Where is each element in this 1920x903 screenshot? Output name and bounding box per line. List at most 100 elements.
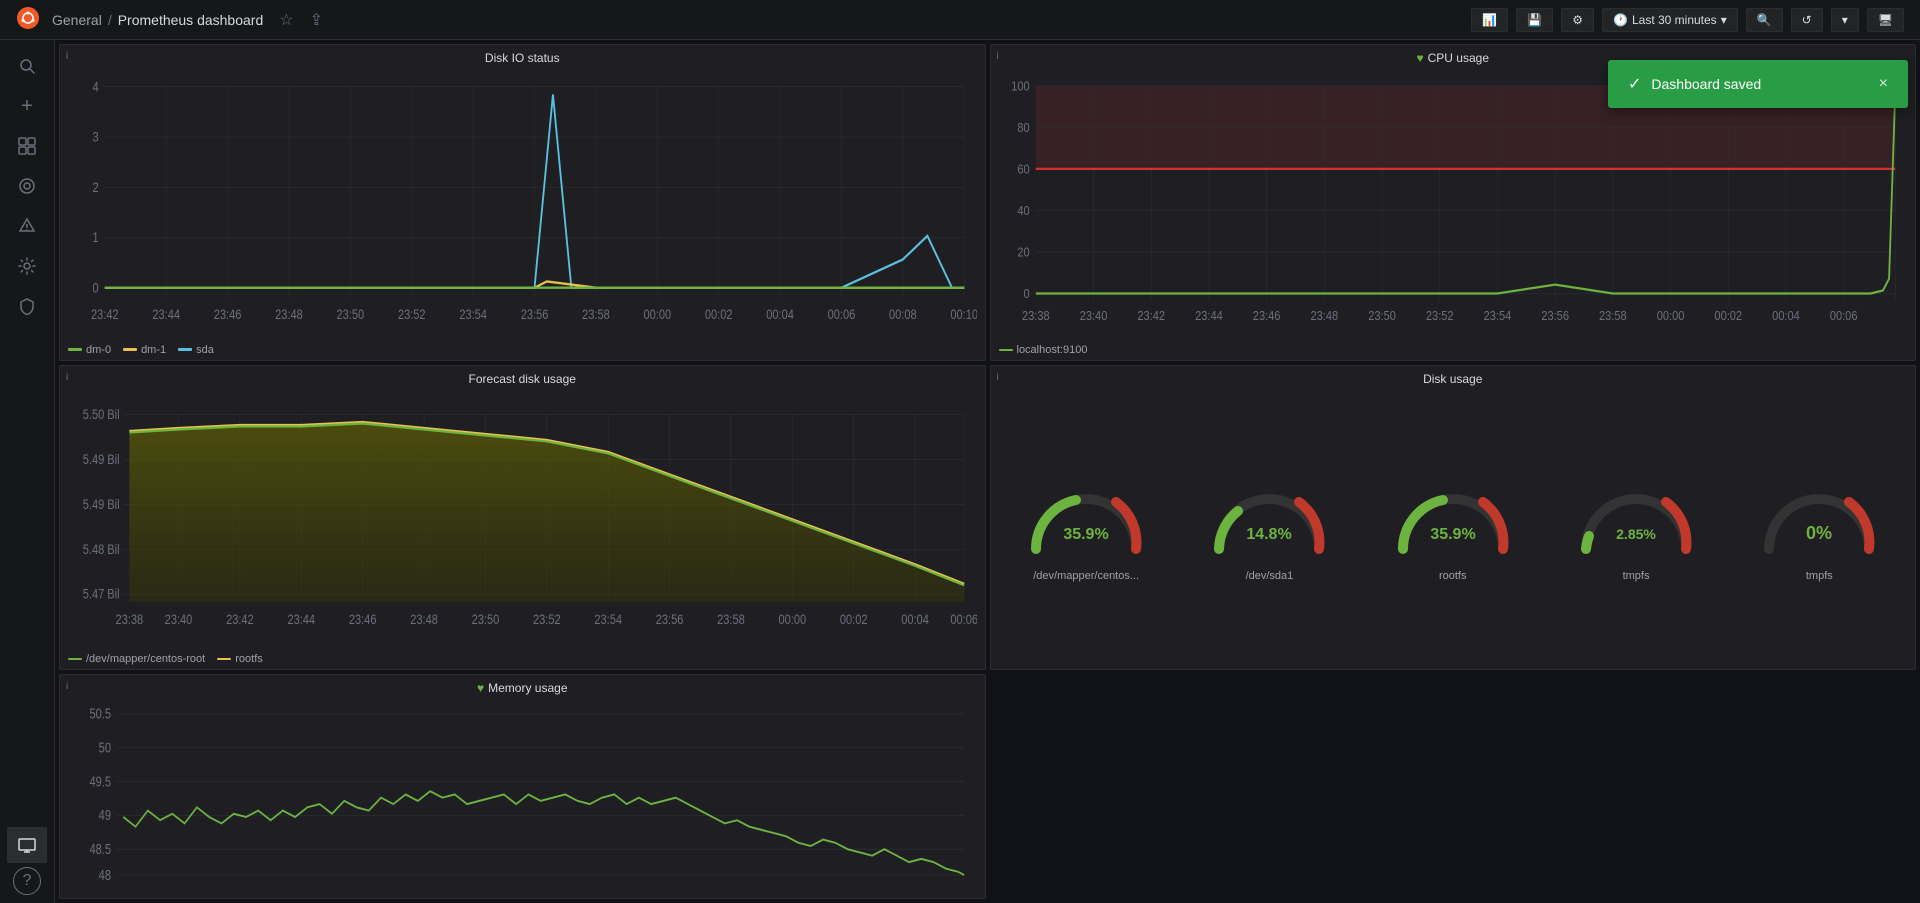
svg-text:23:54: 23:54 <box>1483 308 1511 323</box>
svg-text:5.50 Bil: 5.50 Bil <box>83 407 120 422</box>
gauge-item-tmpfs2: 0% tmpfs <box>1754 474 1884 582</box>
sidebar-item-explore[interactable] <box>7 168 47 204</box>
panel-info-icon: i <box>66 681 68 692</box>
legend-label-centos-root: /dev/mapper/centos-root <box>86 653 205 665</box>
sidebar-item-tv[interactable] <box>7 827 47 863</box>
grafana-logo[interactable] <box>16 6 40 33</box>
svg-text:00:02: 00:02 <box>840 612 868 627</box>
gauge-label-tmpfs2: tmpfs <box>1806 570 1833 582</box>
svg-text:00:06: 00:06 <box>950 612 976 627</box>
refresh-button[interactable]: ↺ <box>1791 8 1823 32</box>
disk-usage-header: i Disk usage <box>991 366 1916 388</box>
sidebar-item-shield[interactable] <box>7 288 47 324</box>
svg-text:48.5: 48.5 <box>89 840 110 857</box>
sidebar-item-dashboards[interactable] <box>7 128 47 164</box>
svg-text:23:58: 23:58 <box>717 612 745 627</box>
breadcrumb: General / Prometheus dashboard <box>52 12 263 28</box>
svg-text:20: 20 <box>1017 244 1029 259</box>
breadcrumb-parent[interactable]: General <box>52 12 102 28</box>
svg-text:23:40: 23:40 <box>165 612 193 627</box>
legend-item-dm1: dm-1 <box>123 344 166 356</box>
svg-text:2.85%: 2.85% <box>1616 526 1656 542</box>
main-content: i Disk IO status <box>55 40 1920 903</box>
cpu-legend-indicator: ♥ <box>1417 51 1424 65</box>
refresh-interval-button[interactable]: ▾ <box>1831 8 1859 32</box>
breadcrumb-title: Prometheus dashboard <box>118 12 264 28</box>
svg-text:23:54: 23:54 <box>459 307 487 323</box>
disk-io-title: Disk IO status <box>485 51 560 65</box>
dashboard-settings-button[interactable]: ⚙ <box>1561 8 1594 32</box>
svg-text:4: 4 <box>93 79 99 95</box>
svg-text:00:10: 00:10 <box>950 307 976 323</box>
topnav-right: 📊 💾 ⚙ 🕐 Last 30 minutes ▾ 🔍 ↺ ▾ 🖥 <box>1471 8 1904 32</box>
toast-close-button[interactable]: × <box>1879 75 1888 93</box>
sidebar-item-search[interactable] <box>7 48 47 84</box>
forecast-body: 5.50 Bil 5.49 Bil 5.49 Bil 5.48 Bil 5.47… <box>60 388 985 651</box>
legend-label-sda: sda <box>196 344 214 356</box>
svg-text:48: 48 <box>99 866 111 883</box>
settings-icon: ⚙ <box>1572 13 1583 27</box>
sidebar-item-settings[interactable] <box>7 248 47 284</box>
svg-text:23:52: 23:52 <box>398 307 426 323</box>
star-icon[interactable]: ☆ <box>275 8 297 32</box>
svg-text:23:42: 23:42 <box>1137 308 1165 323</box>
svg-text:35.9%: 35.9% <box>1063 526 1108 543</box>
disk-io-header: i Disk IO status <box>60 45 985 67</box>
svg-text:23:48: 23:48 <box>410 612 438 627</box>
memory-legend-indicator: ♥ <box>477 681 484 695</box>
time-range-button[interactable]: 🕐 Last 30 minutes ▾ <box>1602 8 1738 32</box>
panel-info-icon: i <box>997 51 999 62</box>
memory-header: i ♥ Memory usage <box>60 675 985 697</box>
forecast-header: i Forecast disk usage <box>60 366 985 388</box>
svg-text:00:04: 00:04 <box>766 307 794 323</box>
forecast-legend: /dev/mapper/centos-root rootfs <box>60 651 985 669</box>
svg-text:60: 60 <box>1017 161 1029 176</box>
legend-item-sda: sda <box>178 344 214 356</box>
svg-text:00:04: 00:04 <box>901 612 929 627</box>
svg-text:5.49 Bil: 5.49 Bil <box>83 452 120 467</box>
svg-text:2: 2 <box>93 180 99 196</box>
disk-usage-panel: i Disk usage 35.9% /dev/mapper/centos... <box>990 365 1917 670</box>
sidebar-item-alerting[interactable] <box>7 208 47 244</box>
gauge-item-tmpfs1: 2.85% tmpfs <box>1571 474 1701 582</box>
svg-text:00:06: 00:06 <box>1829 308 1857 323</box>
svg-text:00:04: 00:04 <box>1772 308 1800 323</box>
dashboard-saved-toast: ✓ Dashboard saved × <box>1608 60 1908 108</box>
svg-text:0%: 0% <box>1806 523 1832 543</box>
gauge-label-tmpfs1: tmpfs <box>1623 570 1650 582</box>
add-panel-button[interactable]: 📊 <box>1471 8 1508 32</box>
svg-text:23:44: 23:44 <box>287 612 315 627</box>
svg-text:00:02: 00:02 <box>1714 308 1742 323</box>
forecast-chart: 5.50 Bil 5.49 Bil 5.49 Bil 5.48 Bil 5.47… <box>68 392 977 647</box>
tv-mode-button[interactable]: 🖥 <box>1867 8 1904 32</box>
svg-text:23:50: 23:50 <box>337 307 365 323</box>
legend-label-dm0: dm-0 <box>86 344 111 356</box>
share-icon[interactable]: ⇪ <box>306 8 327 32</box>
zoom-out-button[interactable]: 🔍 <box>1746 8 1783 32</box>
disk-usage-title: Disk usage <box>1423 372 1482 386</box>
memory-body: 50.5 50 49.5 49 48.5 48 <box>60 697 985 898</box>
forecast-title: Forecast disk usage <box>469 372 576 386</box>
gauge-label-rootfs: rootfs <box>1439 570 1467 582</box>
disk-io-chart: 4 3 2 1 0 23:42 23:44 23:46 23:48 23:50 … <box>68 71 977 338</box>
chevron-down-icon: ▾ <box>1721 13 1727 27</box>
svg-text:23:42: 23:42 <box>91 307 119 323</box>
legend-label-rootfs: rootfs <box>235 653 263 665</box>
svg-text:23:56: 23:56 <box>521 307 549 323</box>
topnav: General / Prometheus dashboard ☆ ⇪ 📊 💾 ⚙… <box>0 0 1920 40</box>
gauge-item-centos: 35.9% /dev/mapper/centos... <box>1021 474 1151 582</box>
svg-text:00:06: 00:06 <box>828 307 856 323</box>
sidebar-item-help[interactable]: ? <box>13 867 41 895</box>
svg-text:00:00: 00:00 <box>1656 308 1684 323</box>
gauge-tmpfs1: 2.85% <box>1571 474 1701 564</box>
legend-label-localhost: localhost:9100 <box>1017 344 1088 356</box>
memory-chart: 50.5 50 49.5 49 48.5 48 <box>68 701 977 894</box>
memory-panel: i ♥ Memory usage 50.5 50 49.5 49 48.5 48 <box>59 674 986 899</box>
legend-label-dm1: dm-1 <box>141 344 166 356</box>
gauge-item-sda1: 14.8% /dev/sda1 <box>1204 474 1334 582</box>
svg-text:23:58: 23:58 <box>1599 308 1627 323</box>
save-dashboard-button[interactable]: 💾 <box>1516 8 1553 32</box>
svg-text:23:50: 23:50 <box>472 612 500 627</box>
sidebar-item-add[interactable]: + <box>7 88 47 124</box>
gauge-centos: 35.9% <box>1021 474 1151 564</box>
